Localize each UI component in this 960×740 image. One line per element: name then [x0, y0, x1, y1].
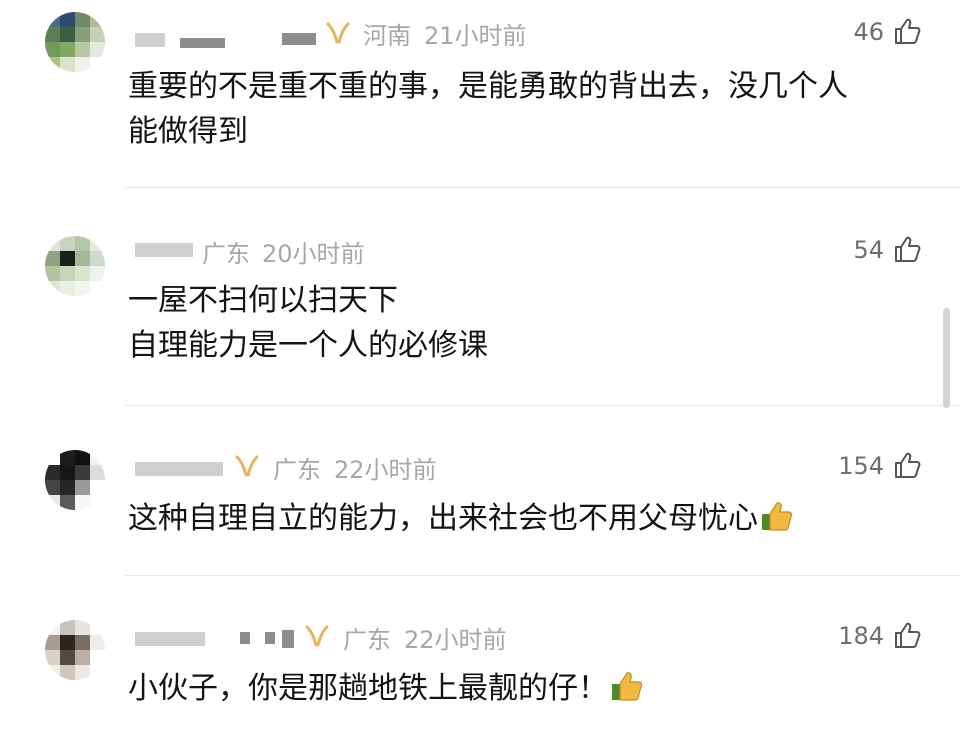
avatar[interactable]	[45, 620, 105, 680]
thumbs-up-emoji	[762, 502, 793, 531]
comment-line: 自理能力是一个人的必修课	[128, 328, 488, 363]
comment-time: 21小时前	[424, 22, 527, 50]
avatar[interactable]	[45, 12, 105, 72]
comment-line: 一屋不扫何以扫天下	[128, 283, 398, 318]
avatar[interactable]	[45, 236, 105, 296]
username-redacted[interactable]	[180, 38, 225, 48]
comment-item: 河南 21小时前 46 重要的不是重不重的事，是能勇敢的背出去，没几个人 能做得…	[0, 0, 960, 188]
thumbs-up-outline-icon[interactable]	[892, 450, 922, 480]
gold-badge-icon	[235, 455, 259, 477]
comment-location: 河南	[363, 22, 411, 50]
username-redacted[interactable]	[282, 33, 316, 45]
comment-time: 20小时前	[262, 240, 365, 268]
avatar[interactable]	[45, 450, 105, 510]
like-count: 54	[853, 236, 884, 264]
comment-line: 这种自理自立的能力，出来社会也不用父母忧心	[128, 496, 794, 541]
gold-badge-icon	[305, 625, 329, 647]
comment-text: 一屋不扫何以扫天下 自理能力是一个人的必修课	[128, 278, 488, 368]
comment-text: 这种自理自立的能力，出来社会也不用父母忧心	[128, 496, 794, 541]
username-redacted[interactable]	[282, 630, 294, 648]
comment-location: 广东	[202, 240, 250, 268]
username-redacted[interactable]	[135, 33, 165, 47]
comment-line: 重要的不是重不重的事，是能勇敢的背出去，没几个人	[128, 69, 848, 104]
comment-item: 广东 20小时前 54 一屋不扫何以扫天下 自理能力是一个人的必修课	[0, 188, 960, 406]
like-count: 46	[853, 18, 884, 46]
comment-item: 广东 22小时前 184 小伙子，你是那趟地铁上最靓的仔！	[0, 576, 960, 740]
comment-text: 小伙子，你是那趟地铁上最靓的仔！	[128, 666, 644, 711]
like-count: 154	[838, 452, 884, 480]
comment-text: 重要的不是重不重的事，是能勇敢的背出去，没几个人 能做得到	[128, 64, 848, 154]
username-redacted[interactable]	[265, 632, 275, 644]
comment-time: 22小时前	[404, 626, 507, 654]
comment-item: 广东 22小时前 154 这种自理自立的能力，出来社会也不用父母忧心	[0, 406, 960, 576]
comment-time: 22小时前	[334, 456, 437, 484]
username-redacted[interactable]	[135, 462, 223, 476]
scrollbar[interactable]	[943, 308, 950, 408]
thumbs-up-outline-icon[interactable]	[892, 620, 922, 650]
gold-badge-icon	[326, 22, 350, 44]
comment-location: 广东	[273, 456, 321, 484]
username-redacted[interactable]	[240, 632, 250, 644]
username-redacted[interactable]	[135, 632, 205, 646]
thumbs-up-emoji	[612, 672, 643, 701]
comment-location: 广东	[343, 626, 391, 654]
like-count: 184	[838, 622, 884, 650]
thumbs-up-outline-icon[interactable]	[892, 234, 922, 264]
comment-line: 能做得到	[128, 114, 248, 149]
username-redacted[interactable]	[135, 243, 193, 257]
thumbs-up-outline-icon[interactable]	[892, 16, 922, 46]
comment-line: 小伙子，你是那趟地铁上最靓的仔！	[128, 666, 644, 711]
